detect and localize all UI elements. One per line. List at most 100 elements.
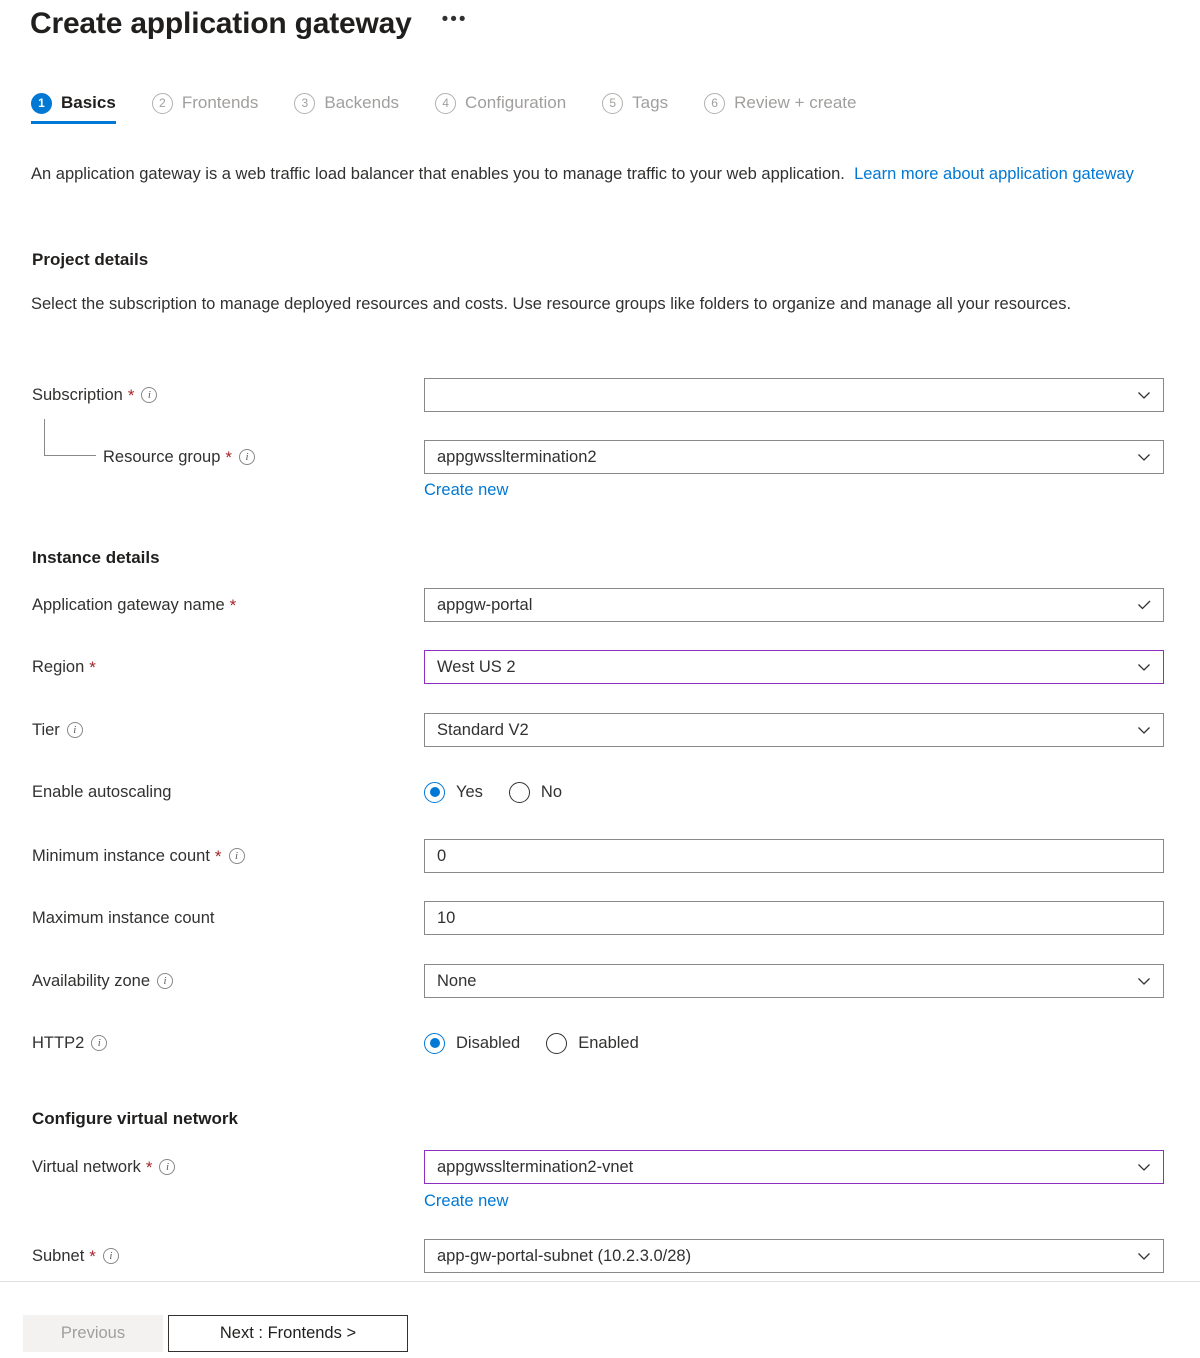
- page-title: Create application gateway: [30, 4, 412, 44]
- tier-row: Tier i Standard V2: [0, 713, 1200, 747]
- region-value: West US 2: [437, 656, 1135, 678]
- autoscaling-option-yes-label: Yes: [456, 781, 483, 803]
- previous-button[interactable]: Previous: [23, 1315, 163, 1352]
- region-label-text: Region: [32, 656, 84, 678]
- max-instance-row: Maximum instance count 10: [0, 901, 1200, 935]
- subnet-row: Subnet * i app-gw-portal-subnet (10.2.3.…: [0, 1239, 1200, 1273]
- min-instance-label-text: Minimum instance count: [32, 845, 210, 867]
- http2-radio-group: Disabled Enabled: [424, 1026, 639, 1060]
- max-instance-label-text: Maximum instance count: [32, 907, 215, 929]
- availability-zone-dropdown[interactable]: None: [424, 964, 1164, 998]
- resource-group-value: appgwssltermination2: [437, 446, 1135, 468]
- availability-zone-label: Availability zone i: [32, 964, 173, 998]
- tab-number-3: 3: [294, 93, 315, 114]
- http2-label-text: HTTP2: [32, 1032, 84, 1054]
- wizard-tabs: 1 Basics 2 Frontends 3 Backends 4 Config…: [31, 92, 874, 124]
- region-label: Region *: [32, 650, 96, 684]
- resource-group-label: Resource group * i: [103, 440, 255, 474]
- http2-option-disabled[interactable]: Disabled: [424, 1032, 520, 1054]
- tier-dropdown[interactable]: Standard V2: [424, 713, 1164, 747]
- http2-row: HTTP2 i Disabled Enabled: [0, 1026, 1200, 1060]
- availability-zone-label-text: Availability zone: [32, 970, 150, 992]
- vnet-label: Virtual network * i: [32, 1150, 175, 1184]
- tier-label-text: Tier: [32, 719, 60, 741]
- project-details-description: Select the subscription to manage deploy…: [31, 290, 1166, 318]
- tab-label-basics: Basics: [61, 92, 116, 114]
- required-asterisk: *: [89, 1248, 96, 1265]
- info-icon[interactable]: i: [91, 1035, 107, 1051]
- resource-group-row: Resource group * i appgwssltermination2: [0, 440, 1200, 474]
- tab-label-frontends: Frontends: [182, 92, 259, 114]
- subnet-label: Subnet * i: [32, 1239, 119, 1273]
- http2-option-enabled[interactable]: Enabled: [546, 1032, 639, 1054]
- vnet-label-text: Virtual network: [32, 1156, 141, 1178]
- page-header: Create application gateway •••: [30, 4, 472, 44]
- tab-number-2: 2: [152, 93, 173, 114]
- gateway-name-input[interactable]: appgw-portal: [424, 588, 1164, 622]
- tab-configuration[interactable]: 4 Configuration: [435, 92, 584, 124]
- checkmark-icon: [1135, 596, 1153, 614]
- autoscaling-option-no[interactable]: No: [509, 781, 562, 803]
- chevron-down-icon: [1135, 972, 1153, 990]
- radio-icon: [424, 1033, 445, 1054]
- tab-tags[interactable]: 5 Tags: [602, 92, 686, 124]
- availability-zone-value: None: [437, 970, 1135, 992]
- subnet-value: app-gw-portal-subnet (10.2.3.0/28): [437, 1245, 1135, 1267]
- tab-review-create[interactable]: 6 Review + create: [704, 92, 874, 124]
- max-instance-label: Maximum instance count: [32, 901, 215, 935]
- tab-label-configuration: Configuration: [465, 92, 566, 114]
- resource-group-label-text: Resource group: [103, 446, 220, 468]
- required-asterisk: *: [225, 449, 232, 466]
- next-frontends-button[interactable]: Next : Frontends >: [168, 1315, 408, 1352]
- vnet-row: Virtual network * i appgwssltermination2…: [0, 1150, 1200, 1184]
- tab-number-4: 4: [435, 93, 456, 114]
- subnet-label-text: Subnet: [32, 1245, 84, 1267]
- wizard-footer: Previous Next : Frontends >: [23, 1315, 408, 1352]
- tab-backends[interactable]: 3 Backends: [294, 92, 417, 124]
- subscription-dropdown[interactable]: [424, 378, 1164, 412]
- tab-number-5: 5: [602, 93, 623, 114]
- gateway-name-row: Application gateway name * appgw-portal: [0, 588, 1200, 622]
- tier-label: Tier i: [32, 713, 83, 747]
- learn-more-link[interactable]: Learn more about application gateway: [854, 165, 1134, 183]
- autoscaling-row: Enable autoscaling Yes No: [0, 775, 1200, 809]
- tab-label-backends: Backends: [324, 92, 399, 114]
- vnet-create-new-link[interactable]: Create new: [424, 1190, 508, 1212]
- info-icon[interactable]: i: [157, 973, 173, 989]
- radio-icon: [546, 1033, 567, 1054]
- region-dropdown[interactable]: West US 2: [424, 650, 1164, 684]
- info-icon[interactable]: i: [239, 449, 255, 465]
- chevron-down-icon: [1135, 1158, 1153, 1176]
- subnet-dropdown[interactable]: app-gw-portal-subnet (10.2.3.0/28): [424, 1239, 1164, 1273]
- vnet-value: appgwssltermination2-vnet: [437, 1156, 1135, 1178]
- vnet-dropdown[interactable]: appgwssltermination2-vnet: [424, 1150, 1164, 1184]
- tab-basics[interactable]: 1 Basics: [31, 92, 134, 124]
- gateway-name-value: appgw-portal: [437, 594, 1135, 616]
- tab-active-underline: [31, 121, 116, 124]
- autoscaling-option-yes[interactable]: Yes: [424, 781, 483, 803]
- required-asterisk: *: [128, 387, 135, 404]
- more-options-icon[interactable]: •••: [438, 8, 472, 40]
- resource-group-create-new-link[interactable]: Create new: [424, 479, 508, 501]
- max-instance-input[interactable]: 10: [424, 901, 1164, 935]
- max-instance-value: 10: [437, 907, 1153, 929]
- resource-group-dropdown[interactable]: appgwssltermination2: [424, 440, 1164, 474]
- info-icon[interactable]: i: [229, 848, 245, 864]
- info-icon[interactable]: i: [159, 1159, 175, 1175]
- min-instance-row: Minimum instance count * i 0: [0, 839, 1200, 873]
- info-icon[interactable]: i: [141, 387, 157, 403]
- tab-label-review-create: Review + create: [734, 92, 856, 114]
- min-instance-input[interactable]: 0: [424, 839, 1164, 873]
- radio-icon: [424, 782, 445, 803]
- radio-icon: [509, 782, 530, 803]
- info-icon[interactable]: i: [103, 1248, 119, 1264]
- chevron-down-icon: [1135, 721, 1153, 739]
- tab-frontends[interactable]: 2 Frontends: [152, 92, 277, 124]
- tab-label-tags: Tags: [632, 92, 668, 114]
- virtual-network-heading: Configure virtual network: [32, 1107, 238, 1131]
- intro-paragraph: An application gateway is a web traffic …: [31, 160, 1166, 188]
- footer-divider: [0, 1281, 1200, 1282]
- chevron-down-icon: [1135, 386, 1153, 404]
- info-icon[interactable]: i: [67, 722, 83, 738]
- gateway-name-label-text: Application gateway name: [32, 594, 225, 616]
